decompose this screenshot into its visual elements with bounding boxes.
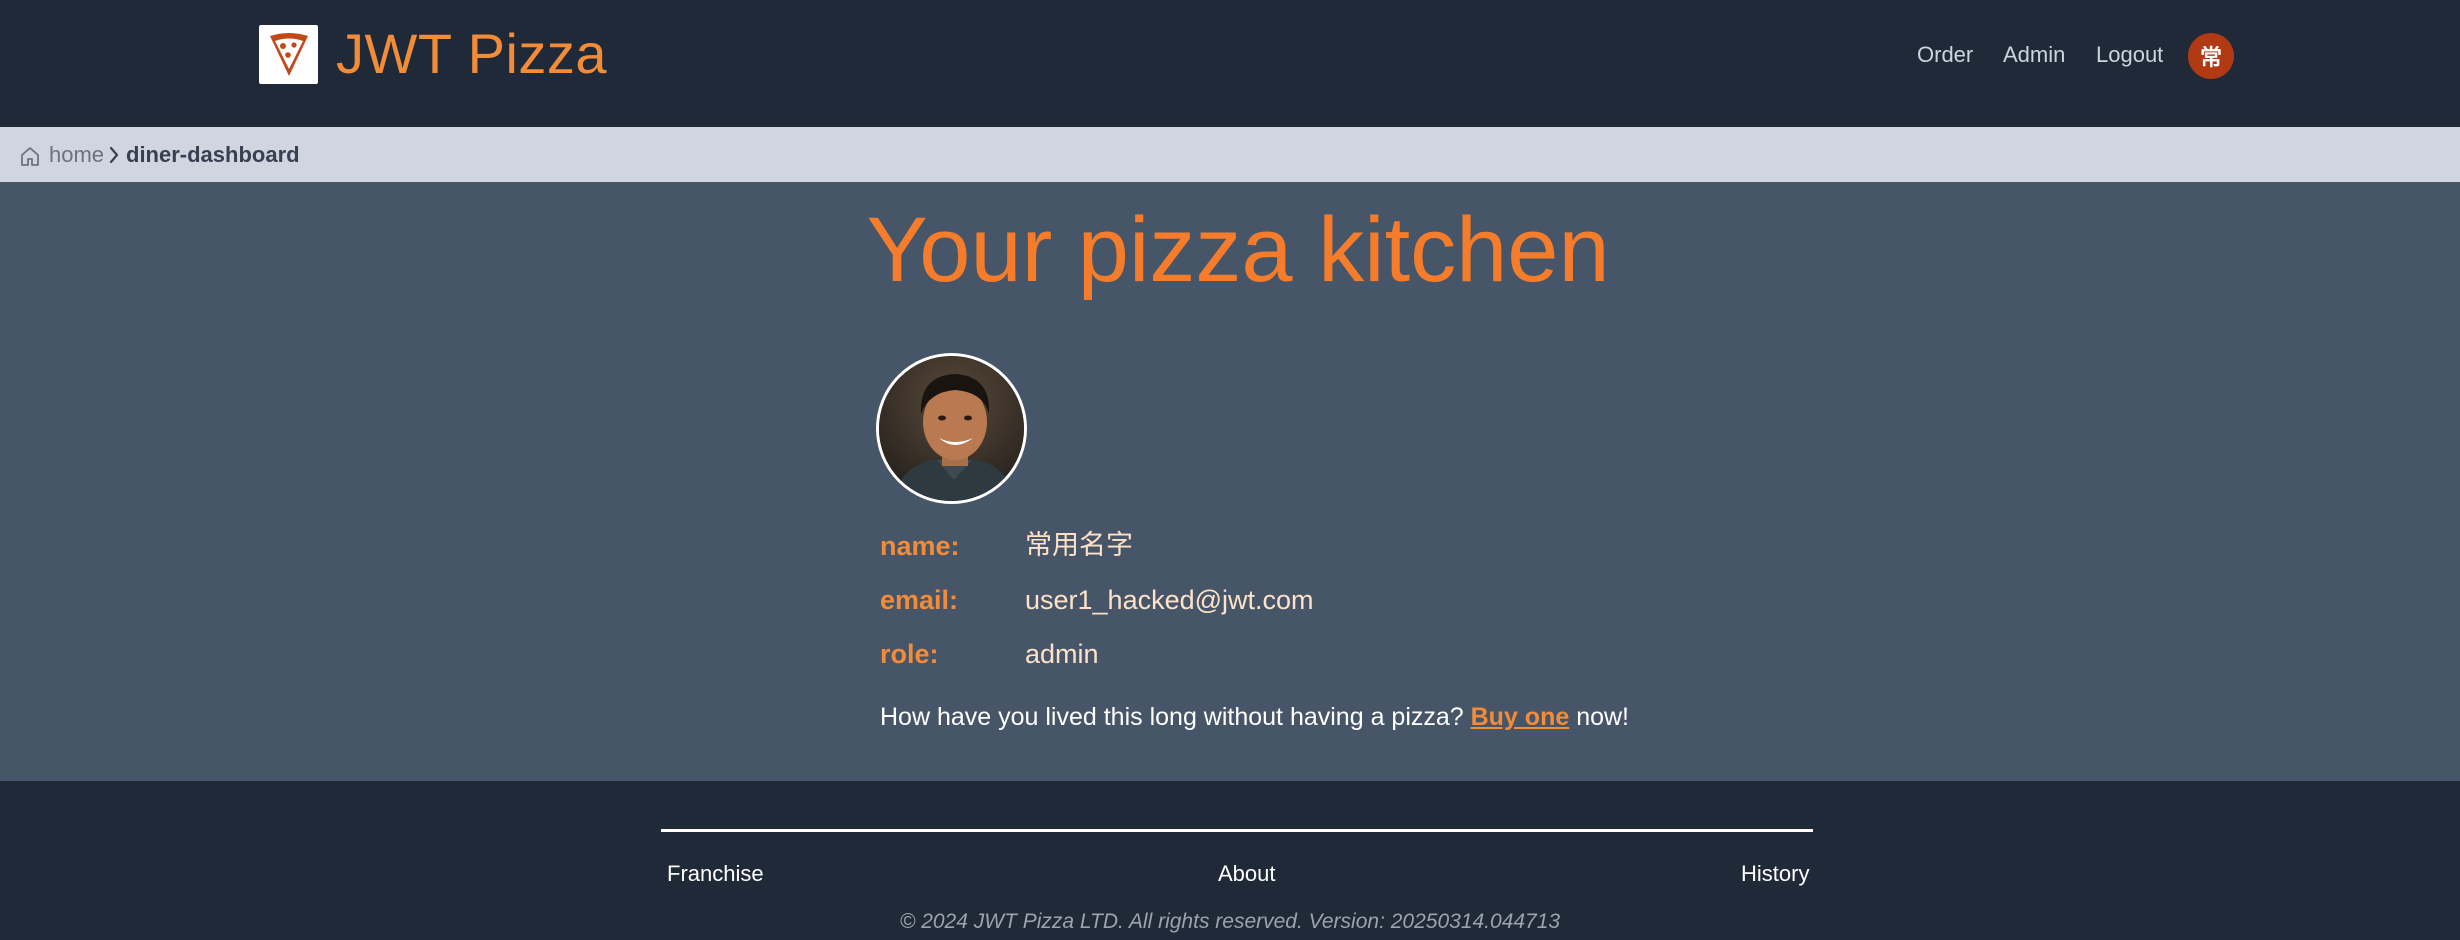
nav-admin[interactable]: Admin [2003,40,2065,70]
footer-history-link[interactable]: History [1741,859,1809,889]
copyright-text: © 2024 JWT Pizza LTD. All rights reserve… [899,910,1561,933]
order-prompt-prefix: How have you lived this long without hav… [880,703,1471,731]
top-navbar: JWT Pizza Order Admin Logout 常 [0,0,2460,127]
footer: Franchise About History © 2024 JWT Pizza… [0,781,2460,940]
buy-one-link[interactable]: Buy one [1471,703,1570,731]
breadcrumb-home[interactable]: home [49,141,104,169]
profile-photo [876,353,1027,504]
chevron-right-icon [109,146,119,164]
user-avatar-badge[interactable]: 常 [2188,33,2234,79]
footer-about-link[interactable]: About [1218,859,1276,889]
role-value: admin [1025,639,1099,669]
breadcrumb-current: diner-dashboard [126,142,300,167]
page-title: Your pizza kitchen [866,199,1610,301]
name-value: 常用名字 [1025,530,1133,561]
role-label: role: [880,639,939,669]
name-label: name: [880,531,960,561]
breadcrumb: home diner-dashboard [0,127,2460,182]
email-value: user1_hacked@jwt.com [1025,585,1314,615]
footer-franchise-link[interactable]: Franchise [667,859,764,889]
order-prompt-suffix: now! [1569,703,1630,731]
order-prompt: How have you lived this long without hav… [880,700,1629,734]
nav-logout[interactable]: Logout [2096,40,2163,70]
footer-divider [661,829,1813,832]
nav-order[interactable]: Order [1917,40,1973,70]
pizza-logo[interactable] [259,25,318,84]
email-label: email: [880,585,959,615]
pizza-slice-icon [269,32,308,76]
home-icon[interactable] [19,145,41,167]
brand-title[interactable]: JWT Pizza [336,22,607,86]
